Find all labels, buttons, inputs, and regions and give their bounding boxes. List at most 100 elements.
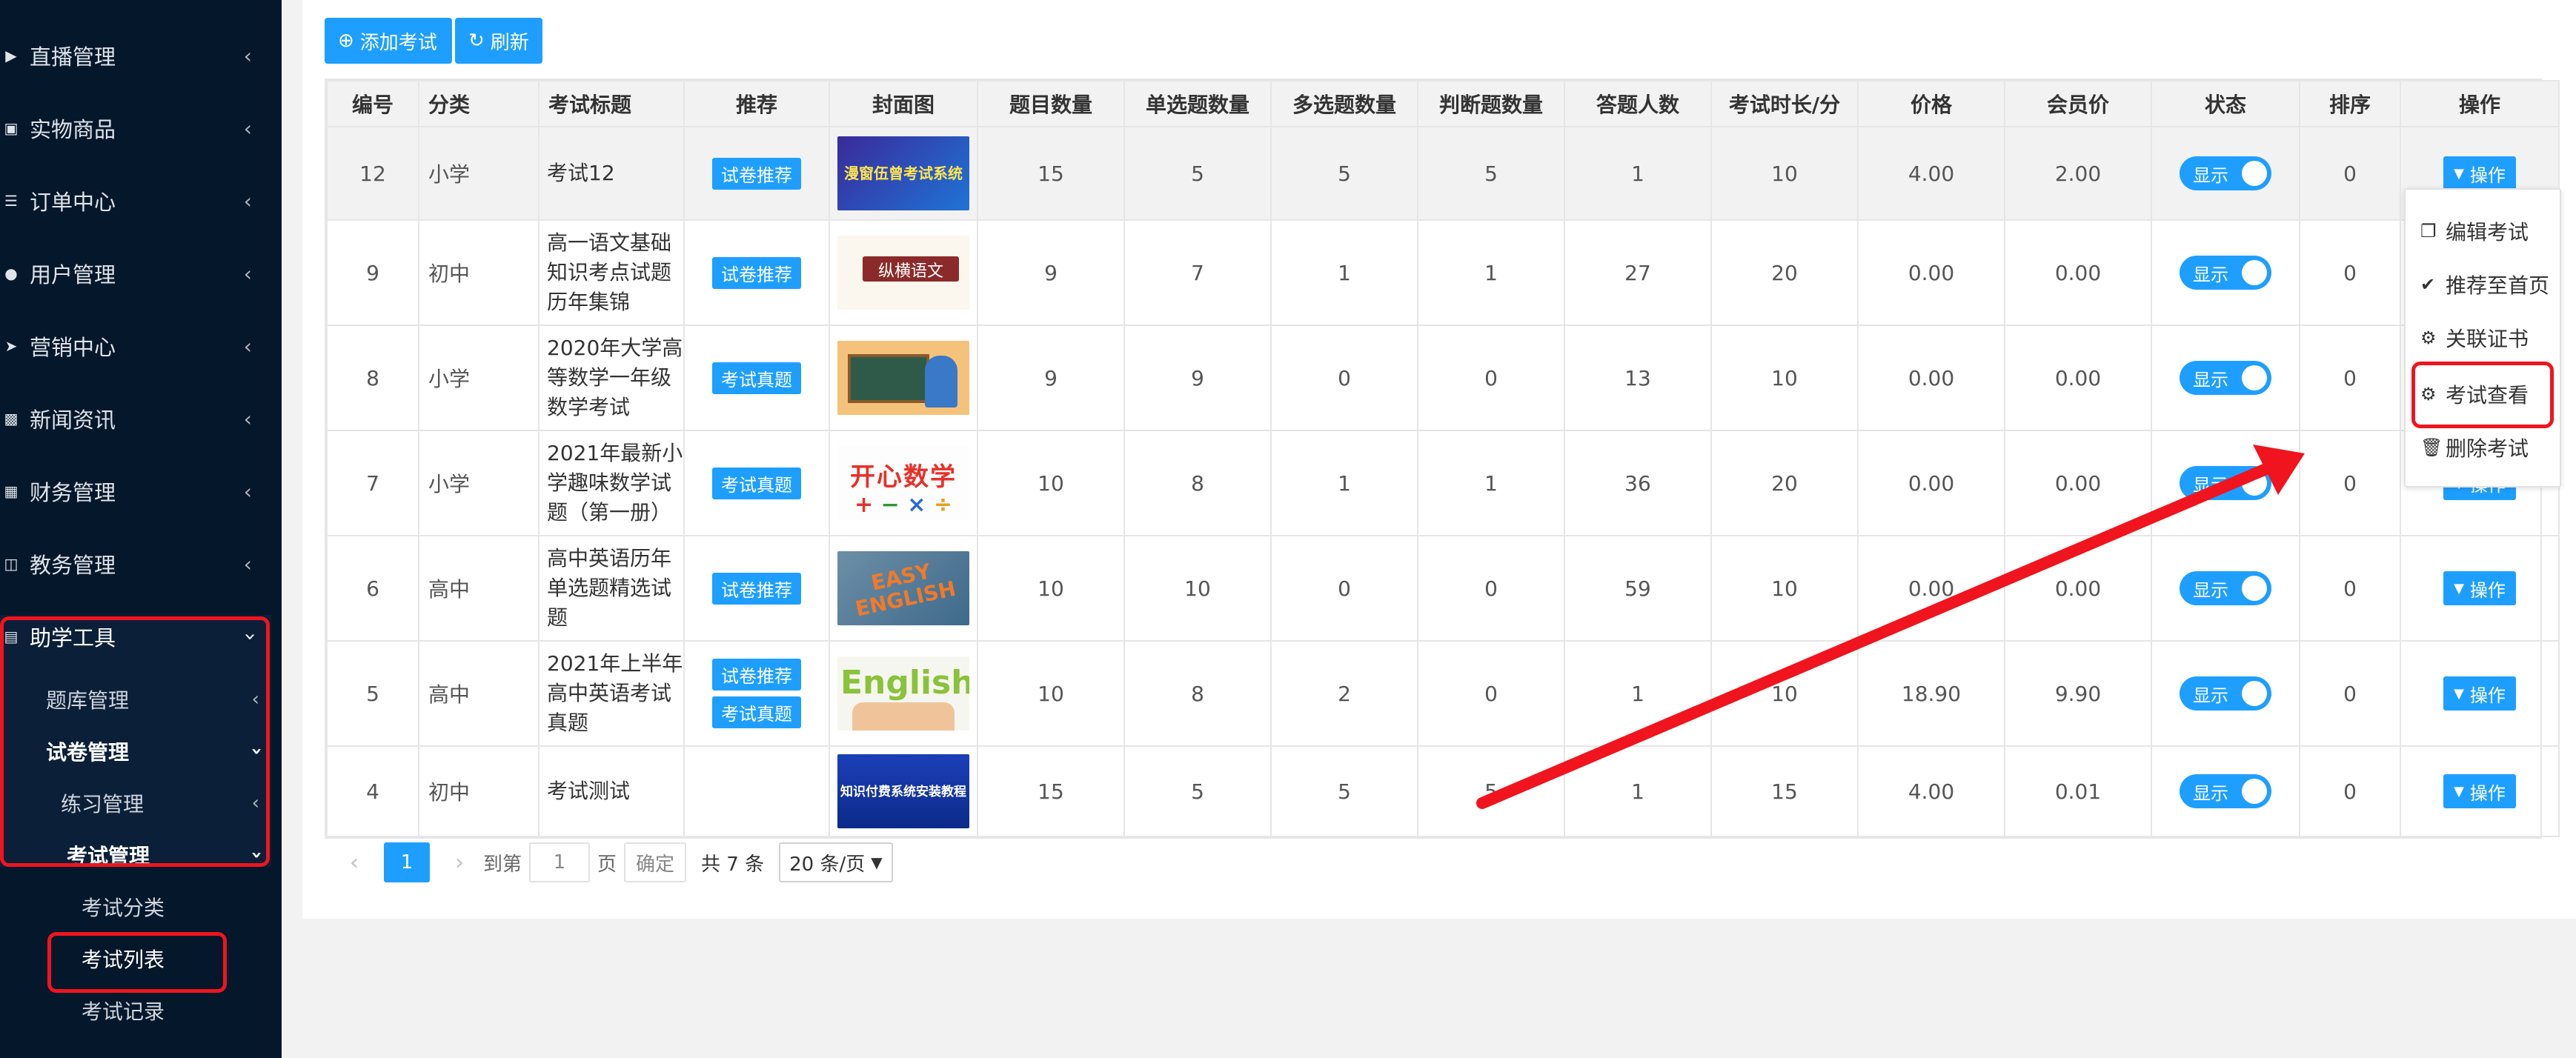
toggle-knob xyxy=(2242,365,2267,390)
page-input[interactable]: 1 xyxy=(529,842,591,882)
th-cover: 封面图 xyxy=(829,80,978,127)
cell-vip-price: 0.00 xyxy=(2004,219,2152,326)
exam-table: 编号 分类 考试标题 推荐 封面图 题目数量 单选题数量 多选题数量 判断题数量… xyxy=(325,79,2560,839)
cover-image: EASY ENGLISH xyxy=(837,551,969,625)
status-toggle[interactable]: 显示 xyxy=(2180,466,2271,500)
cover-text: English xyxy=(840,664,969,702)
gear-icon: ⚙ xyxy=(2420,384,2437,405)
sidebar-sub-exam-category[interactable]: 考试分类 xyxy=(82,885,267,929)
chevron-left-icon: ‹ xyxy=(243,333,252,359)
chart-icon: ▦ xyxy=(4,482,19,500)
sidebar-sub-practice-manage[interactable]: 练习管理 ‹ xyxy=(61,781,268,825)
operation-button[interactable]: ▼ 操作 xyxy=(2443,156,2516,190)
cell-category: 初中 xyxy=(418,745,540,837)
status-toggle[interactable]: 显示 xyxy=(2180,571,2271,605)
sidebar-item-study-tools[interactable]: ▤ 助学工具 › xyxy=(0,610,282,662)
next-page-icon[interactable]: › xyxy=(445,850,474,876)
sidebar-item-marketing[interactable]: ➤ 营销中心 ‹ xyxy=(0,320,282,372)
cell-title: 高中英语历年单选题精选试题 xyxy=(538,535,685,642)
menu-item-label: 考试查看 xyxy=(2446,383,2529,407)
menu-view-exam[interactable]: ⚙ 考试查看 xyxy=(2406,372,2560,416)
chevron-left-icon: ‹ xyxy=(251,688,259,711)
per-page-select[interactable]: 20 条/页 ▼ xyxy=(779,842,893,882)
th-people: 答题人数 xyxy=(1564,80,1712,127)
cell-duration: 20 xyxy=(1710,219,1859,326)
page-confirm-button[interactable]: 确定 xyxy=(624,842,687,882)
operation-dropdown-menu: ❐ 编辑考试 ✔ 推荐至首页 ⚙ 关联证书 ⚙ 考试查看 🗑 删除考试 xyxy=(2404,188,2561,488)
refresh-button[interactable]: ↻ 刷新 xyxy=(455,18,542,64)
add-exam-button[interactable]: ⊕ 添加考试 xyxy=(325,18,452,64)
menu-link-certificate[interactable]: ⚙ 关联证书 xyxy=(2406,316,2560,360)
cell-id: 9 xyxy=(326,219,419,326)
status-toggle[interactable]: 显示 xyxy=(2180,256,2271,290)
book-icon: ◫ xyxy=(4,555,19,573)
cell-title: 考试12 xyxy=(538,126,685,221)
recommend-tag: 考试真题 xyxy=(712,696,801,728)
cell-status: 显示 xyxy=(2151,535,2300,642)
cell-vip-price: 2.00 xyxy=(2004,126,2152,221)
page-current[interactable]: 1 xyxy=(384,842,430,882)
toggle-knob xyxy=(2242,470,2267,496)
th-operation: 操作 xyxy=(2400,80,2560,127)
operation-label: 操作 xyxy=(2469,164,2506,186)
sidebar-sub-paper-manage[interactable]: 试卷管理 › xyxy=(46,729,268,773)
th-recommend: 推荐 xyxy=(683,80,830,127)
cell-id: 6 xyxy=(326,535,419,642)
cell-cover: 纵横语文 xyxy=(829,219,978,326)
check-circle-icon: ✔ xyxy=(2420,274,2436,295)
sidebar-item-label: 直播管理 xyxy=(30,44,116,70)
cover-image: 开心数学 + − × ÷ xyxy=(837,446,969,520)
sidebar-item-live[interactable]: ▶ 直播管理 ‹ xyxy=(0,30,282,81)
sidebar-sub-label: 考试记录 xyxy=(82,999,165,1024)
cell-judge-count: 5 xyxy=(1417,745,1565,837)
sidebar-sub-label: 练习管理 xyxy=(61,792,145,816)
status-toggle-label: 显示 xyxy=(2193,164,2228,186)
cell-recommend: 试卷推荐 xyxy=(683,219,830,326)
cover-text: 开心数学 xyxy=(850,462,957,492)
cover-image: 纵横语文 xyxy=(837,236,969,310)
status-toggle[interactable]: 显示 xyxy=(2180,676,2271,711)
cover-text: 知识付费系统安装教程 xyxy=(840,785,966,799)
table-row: 9 初中 高一语文基础知识考点试题历年集锦 试卷推荐 纵横语文 9 7 1 1 … xyxy=(326,219,2560,326)
sidebar-item-label: 新闻资讯 xyxy=(30,407,116,433)
cell-category: 初中 xyxy=(418,219,540,326)
operation-button[interactable]: ▼ 操作 xyxy=(2443,571,2516,605)
cell-judge-count: 0 xyxy=(1417,640,1565,747)
chevron-left-icon: ‹ xyxy=(243,551,252,576)
sidebar-item-orders[interactable]: ☰ 订单中心 ‹ xyxy=(0,175,282,227)
prev-page-icon[interactable]: ‹ xyxy=(339,850,369,876)
cell-status: 显示 xyxy=(2151,325,2300,431)
menu-edit-exam[interactable]: ❐ 编辑考试 xyxy=(2406,209,2560,253)
cell-recommend: 考试真题 xyxy=(683,430,830,536)
sidebar: ▶ 直播管理 ‹ ▣ 实物商品 ‹ ☰ 订单中心 ‹ ● 用户管理 ‹ ➤ 营销… xyxy=(0,0,282,1058)
sidebar-sub-exam-list[interactable]: 考试列表 xyxy=(82,936,267,981)
sidebar-sub-exam-record[interactable]: 考试记录 xyxy=(82,988,267,1033)
sidebar-item-users[interactable]: ● 用户管理 ‹ xyxy=(0,247,282,299)
cell-single-count: 10 xyxy=(1123,535,1272,642)
chevron-left-icon: ‹ xyxy=(243,406,252,431)
operation-label: 操作 xyxy=(2469,579,2506,601)
sidebar-item-goods[interactable]: ▣ 实物商品 ‹ xyxy=(0,102,282,154)
sidebar-item-finance[interactable]: ▦ 财务管理 ‹ xyxy=(0,465,282,517)
sidebar-sub-question-bank[interactable]: 题库管理 ‹ xyxy=(46,677,268,722)
menu-delete-exam[interactable]: 🗑 删除考试 xyxy=(2406,425,2560,470)
table-row: 12 小学 考试12 试卷推荐 漫窗伍曾考试系统 15 5 5 5 1 10 4… xyxy=(326,126,2560,221)
cell-category: 高中 xyxy=(418,640,540,747)
operation-button[interactable]: ▼ 操作 xyxy=(2443,774,2516,808)
cover-image: English xyxy=(837,656,969,731)
cover-math-symbols: + − × ÷ xyxy=(854,492,952,518)
status-toggle-label: 显示 xyxy=(2193,474,2228,496)
menu-item-label: 编辑考试 xyxy=(2446,220,2529,244)
status-toggle[interactable]: 显示 xyxy=(2180,361,2271,395)
sidebar-sub-exam-manage[interactable]: 考试管理 › xyxy=(67,833,268,877)
status-toggle[interactable]: 显示 xyxy=(2180,156,2271,190)
cell-people: 1 xyxy=(1564,640,1712,747)
status-toggle[interactable]: 显示 xyxy=(2180,774,2271,808)
image-icon: ▩ xyxy=(4,410,19,427)
sidebar-item-teaching[interactable]: ◫ 教务管理 ‹ xyxy=(0,538,282,590)
operation-label: 操作 xyxy=(2469,782,2506,804)
menu-recommend-home[interactable]: ✔ 推荐至首页 xyxy=(2406,262,2560,307)
operation-button[interactable]: ▼ 操作 xyxy=(2443,676,2516,711)
sidebar-item-news[interactable]: ▩ 新闻资讯 ‹ xyxy=(0,393,282,445)
cell-duration: 10 xyxy=(1710,325,1859,431)
